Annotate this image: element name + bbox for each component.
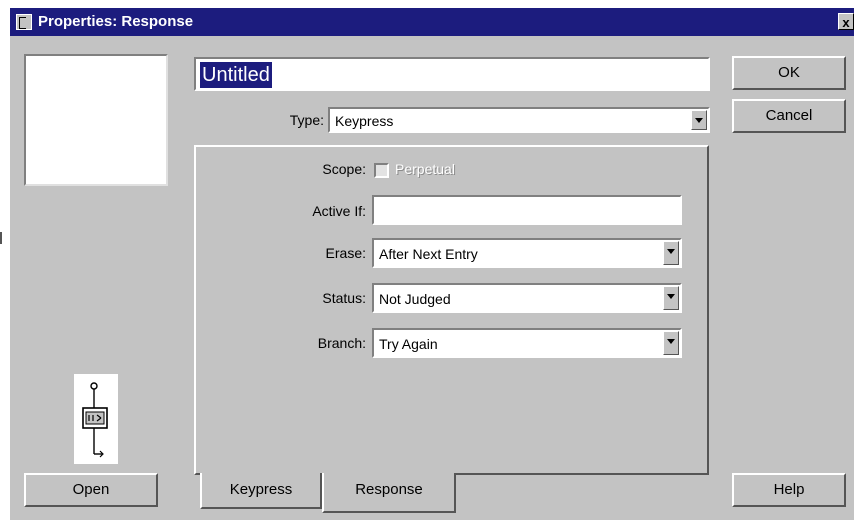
left-edge-mark: [0, 232, 2, 244]
active-if-label: Active If:: [312, 203, 366, 219]
erase-select-value: After Next Entry: [379, 246, 478, 262]
name-field-value: Untitled: [200, 62, 272, 88]
cancel-button[interactable]: Cancel: [732, 99, 846, 133]
open-button[interactable]: Open: [24, 473, 158, 507]
response-tab-panel: Scope: Perpetual Active If: Erase: After…: [194, 145, 709, 475]
tab-response[interactable]: Response: [322, 473, 456, 513]
status-label: Status:: [322, 290, 366, 306]
branch-label: Branch:: [317, 335, 366, 351]
window-menu-icon[interactable]: [16, 14, 32, 30]
title-bar[interactable]: Properties: Response x: [10, 8, 854, 36]
type-select-value: Keypress: [335, 113, 394, 129]
type-label: Type:: [289, 112, 324, 128]
type-select[interactable]: Keypress: [328, 107, 710, 133]
help-button[interactable]: Help: [732, 473, 846, 507]
chevron-down-icon[interactable]: [691, 110, 707, 130]
status-select-value: Not Judged: [379, 291, 451, 307]
perpetual-checkbox[interactable]: [374, 163, 389, 178]
response-flow-icon: [74, 374, 118, 464]
close-button[interactable]: x: [838, 13, 854, 30]
chevron-down-icon[interactable]: [663, 331, 679, 355]
icon-preview-box: [24, 54, 168, 186]
erase-select[interactable]: After Next Entry: [372, 238, 682, 268]
name-field[interactable]: Untitled: [194, 57, 710, 91]
active-if-field[interactable]: [372, 195, 682, 225]
status-select[interactable]: Not Judged: [372, 283, 682, 313]
ok-button[interactable]: OK: [732, 56, 846, 90]
properties-dialog: Properties: Response x Open Untitled Typ…: [10, 8, 854, 520]
branch-select-value: Try Again: [379, 336, 438, 352]
chevron-down-icon[interactable]: [663, 286, 679, 310]
branch-select[interactable]: Try Again: [372, 328, 682, 358]
chevron-down-icon[interactable]: [663, 241, 679, 265]
window-title: Properties: Response: [38, 13, 194, 30]
erase-label: Erase:: [325, 245, 366, 261]
tab-keypress[interactable]: Keypress: [200, 473, 322, 509]
scope-label: Scope:: [322, 161, 366, 177]
perpetual-label: Perpetual: [395, 161, 455, 177]
